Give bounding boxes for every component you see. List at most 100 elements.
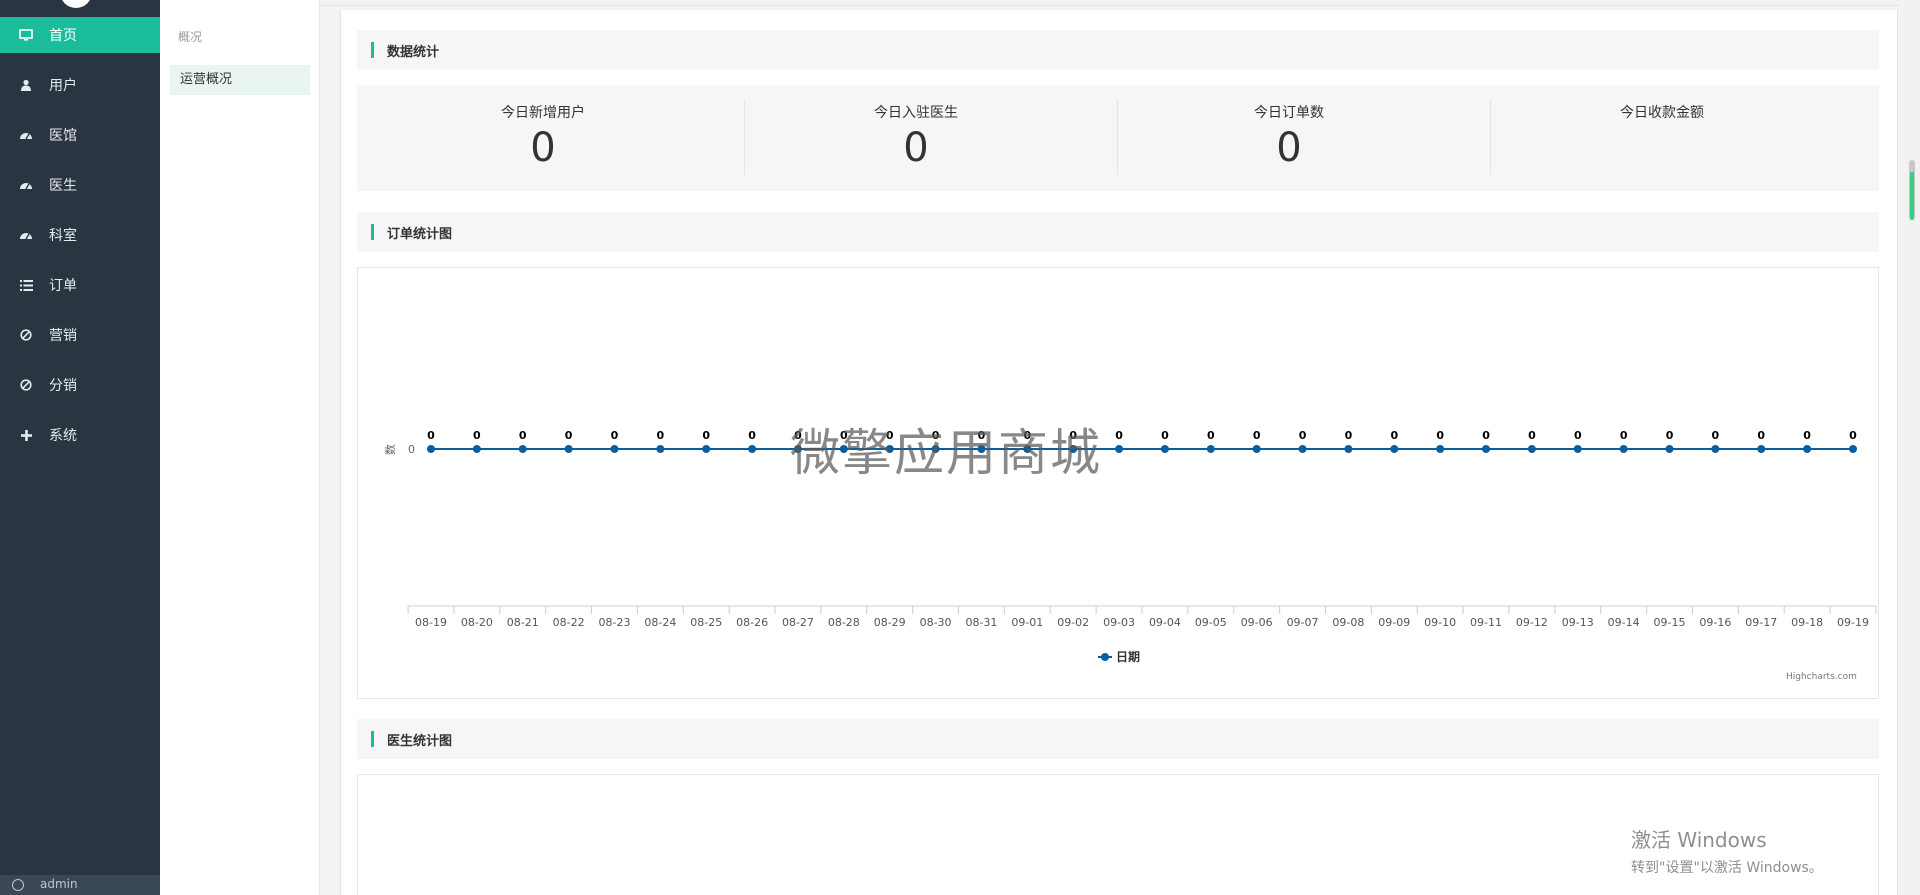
data-point[interactable] — [885, 445, 894, 453]
sidebar-item-label: 分销 — [49, 378, 77, 394]
section-header-data-stats: 数据统计 — [357, 30, 1879, 70]
sidebar-item-clinics[interactable]: 医馆 — [0, 117, 160, 153]
x-tick-label: 09-03 — [1103, 616, 1135, 629]
data-label: 0 — [473, 429, 481, 442]
data-label: 0 — [748, 429, 756, 442]
activation-subtitle: 转到"设置"以激活 Windows。 — [1631, 860, 1823, 876]
y-tick-label: 0 — [408, 443, 415, 456]
sidebar-item-departments[interactable]: 科室 — [0, 217, 160, 253]
data-point[interactable] — [564, 445, 573, 453]
data-point[interactable] — [1482, 445, 1491, 453]
x-axis: 08-19 08-20 08-21 08-22 08-23 08-24 08-25 08-26… — [407, 605, 1877, 629]
page-scrollbar[interactable] — [1906, 0, 1920, 895]
x-tick-label: 09-11 — [1470, 616, 1502, 629]
data-label: 0 — [519, 429, 527, 442]
chart-credit[interactable]: Highcharts.com — [1786, 672, 1857, 682]
sidebar-item-label: 医馆 — [49, 128, 77, 144]
data-label: 0 — [1712, 429, 1720, 442]
legend-label: 日期 — [1116, 649, 1140, 664]
data-point[interactable] — [1252, 445, 1261, 453]
data-point[interactable] — [1023, 445, 1032, 453]
data-point[interactable] — [977, 445, 986, 453]
sidebar-item-home[interactable]: 首页 — [0, 17, 160, 53]
data-point[interactable] — [610, 445, 619, 453]
section-title: 数据统计 — [387, 45, 440, 60]
x-tick-label: 08-19 — [415, 616, 447, 629]
data-point[interactable] — [931, 445, 940, 453]
x-tick-label: 09-14 — [1608, 616, 1640, 629]
data-point[interactable] — [1711, 445, 1720, 453]
data-point[interactable] — [1527, 445, 1536, 453]
sidebar-item-doctors[interactable]: 医生 — [0, 167, 160, 203]
list-icon — [19, 278, 33, 292]
section-title: 医生统计图 — [387, 734, 453, 749]
x-tick-label: 09-19 — [1837, 616, 1869, 629]
subnav-item-operations-overview[interactable]: 运营概况 — [170, 65, 310, 95]
sidebar-item-marketing[interactable]: 营销 — [0, 317, 160, 353]
data-point[interactable] — [472, 445, 481, 453]
x-tick-label: 08-29 — [874, 616, 906, 629]
account-name: admin — [40, 877, 78, 891]
data-label: 0 — [1528, 429, 1536, 442]
data-point[interactable] — [748, 445, 757, 453]
data-point[interactable] — [793, 445, 802, 453]
data-point[interactable] — [1665, 445, 1674, 453]
data-point[interactable] — [518, 445, 527, 453]
data-point[interactable] — [1344, 445, 1353, 453]
x-tick-label: 08-30 — [920, 616, 952, 629]
section-header-doctor-chart: 医生统计图 — [357, 719, 1879, 759]
data-point[interactable] — [839, 445, 848, 453]
main-sidebar: 首页 用户 医馆 医生 科室 订单 营销 分销 系统 admin — [0, 0, 160, 895]
sidebar-item-orders[interactable]: 订单 — [0, 267, 160, 303]
data-point[interactable] — [1757, 445, 1766, 453]
data-label: 0 — [932, 429, 940, 442]
sidebar-item-system[interactable]: 系统 — [0, 417, 160, 453]
data-point[interactable] — [1115, 445, 1124, 453]
data-point[interactable] — [1803, 445, 1812, 453]
data-label: 0 — [611, 429, 619, 442]
x-tick-label: 09-13 — [1562, 616, 1594, 629]
data-label: 0 — [1115, 429, 1123, 442]
data-point[interactable] — [1069, 445, 1078, 453]
section-title: 订单统计图 — [387, 227, 453, 242]
x-tick-label: 09-16 — [1699, 616, 1731, 629]
dashboard-icon — [19, 178, 33, 192]
windows-activation-notice: 激活 Windows 转到"设置"以激活 Windows。 — [1631, 824, 1823, 877]
data-point[interactable] — [1160, 445, 1169, 453]
globe-icon — [12, 879, 24, 891]
logo-avatar[interactable] — [60, 0, 92, 8]
sidebar-item-label: 医生 — [49, 178, 77, 194]
data-point[interactable] — [702, 445, 711, 453]
data-point[interactable] — [1619, 445, 1628, 453]
data-point[interactable] — [656, 445, 665, 453]
sub-sidebar: 概况 运营概况 — [160, 0, 320, 895]
x-tick-label: 09-10 — [1424, 616, 1456, 629]
ban-icon — [19, 378, 33, 392]
data-point[interactable] — [1436, 445, 1445, 453]
x-tick-label: 09-07 — [1287, 616, 1319, 629]
sidebar-item-users[interactable]: 用户 — [0, 67, 160, 103]
data-label: 0 — [1482, 429, 1490, 442]
data-point[interactable] — [1390, 445, 1399, 453]
user-account-bar[interactable]: admin — [0, 875, 160, 895]
data-label: 0 — [1849, 429, 1857, 442]
data-label: 0 — [702, 429, 710, 442]
data-point[interactable] — [1206, 445, 1215, 453]
data-label: 0 — [1757, 429, 1765, 442]
x-tick-label: 09-05 — [1195, 616, 1227, 629]
legend[interactable]: 日期 — [1098, 649, 1140, 664]
x-tick-label: 09-09 — [1378, 616, 1410, 629]
sidebar-item-label: 订单 — [49, 278, 77, 294]
sidebar-item-distribution[interactable]: 分销 — [0, 367, 160, 403]
data-point[interactable] — [427, 445, 435, 453]
x-tick-label: 09-15 — [1654, 616, 1686, 629]
stats-row: 今日新增用户 0 今日入驻医生 0 今日订单数 0 今日收款金额 — [357, 85, 1879, 191]
data-point[interactable] — [1573, 445, 1582, 453]
scrollbar-indicator — [1910, 172, 1914, 220]
data-point[interactable] — [1298, 445, 1307, 453]
data-label: 0 — [1666, 429, 1674, 442]
data-label: 0 — [794, 429, 802, 442]
x-tick-label: 09-04 — [1149, 616, 1181, 629]
data-point[interactable] — [1849, 445, 1857, 453]
data-label: 0 — [1023, 429, 1031, 442]
